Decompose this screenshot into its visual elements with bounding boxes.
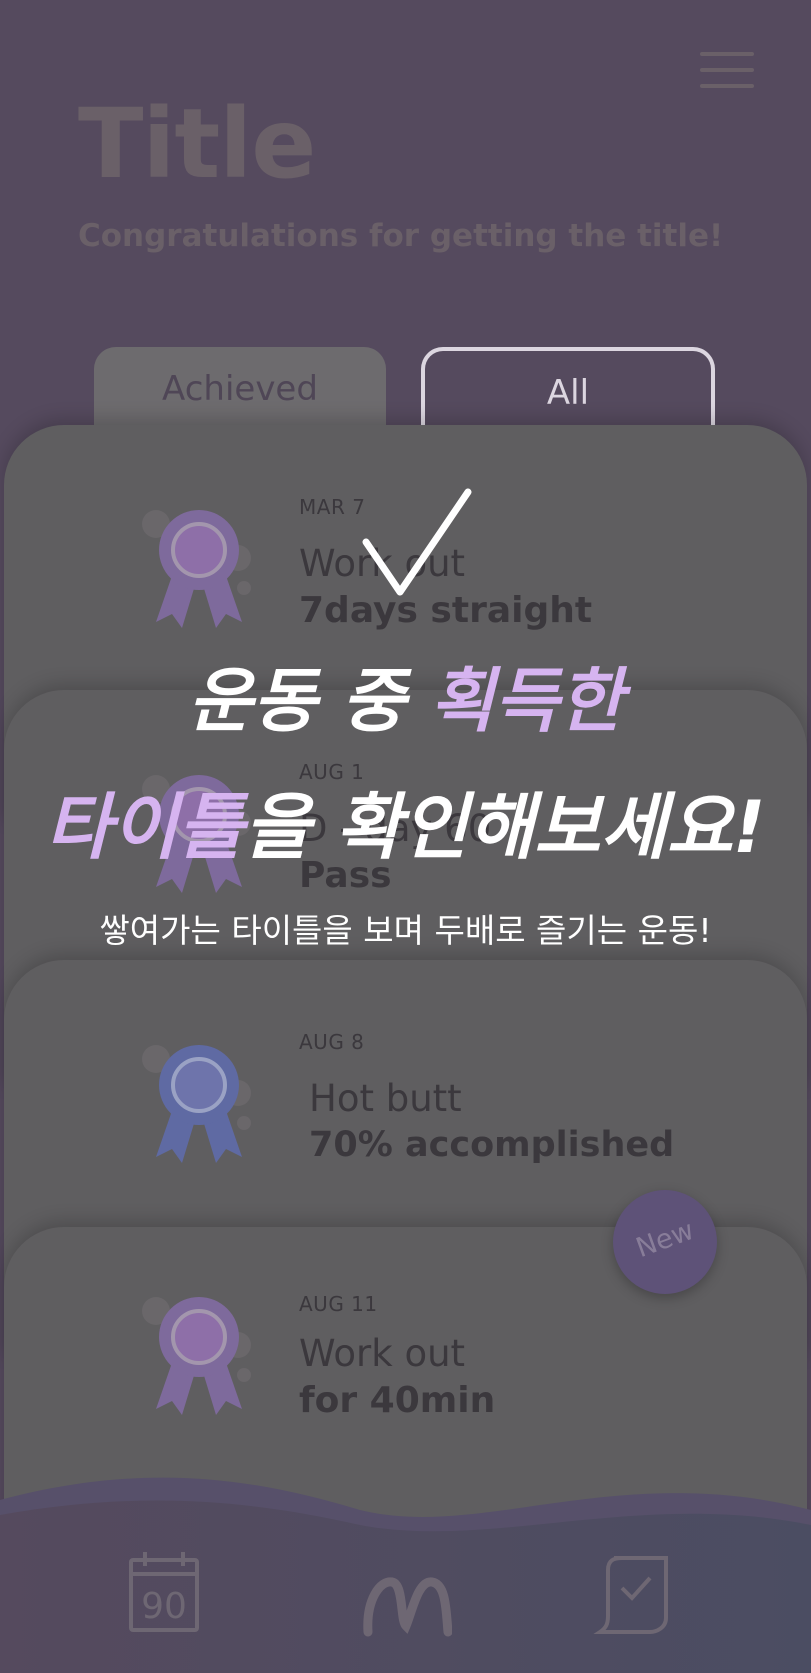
promo-caption: 쌓여가는 타이틀을 보며 두배로 즐기는 운동! (99, 911, 712, 950)
card-name: Hot butt (309, 1077, 462, 1120)
card-detail: for 40min (299, 1380, 496, 1421)
tab-achieved[interactable]: Achieved (94, 347, 386, 435)
m-logo-icon[interactable] (362, 1560, 452, 1650)
title-screen: Title Congratulations for getting the ti… (0, 0, 811, 1673)
calendar-90-icon[interactable]: 90 (125, 1548, 215, 1638)
promo-headline-part: 운동 중 (187, 660, 430, 742)
tab-all[interactable]: All (421, 347, 715, 435)
promo-headline-highlight: 획득한 (429, 660, 624, 742)
card-date: AUG 11 (299, 1292, 378, 1316)
promo-headline-highlight: 타이틀 (45, 785, 245, 869)
page-title: Title (78, 88, 316, 200)
card-name: Work out (299, 1332, 466, 1375)
card-date: AUG 8 (299, 1030, 365, 1054)
check-mark-icon (362, 488, 472, 596)
card-date: MAR 7 (299, 495, 366, 519)
scroll-check-icon[interactable] (592, 1548, 682, 1638)
award-ribbon-icon (142, 1045, 251, 1163)
new-badge: New (613, 1190, 717, 1294)
promo-headline-line1: 운동 중 획득한 (0, 645, 811, 746)
award-ribbon-icon (142, 1297, 251, 1415)
page-subtitle: Congratulations for getting the title! (78, 218, 724, 254)
calendar-day-label: 90 (141, 1586, 187, 1627)
hamburger-menu-icon[interactable] (700, 52, 754, 90)
promo-headline-line2: 타이틀을 확인해보세요! (0, 768, 811, 873)
new-badge-label: New (632, 1214, 698, 1265)
promo-headline-part: 을 확인해보세요! (244, 785, 766, 869)
award-ribbon-icon (142, 510, 251, 628)
card-detail: 70% accomplished (309, 1125, 675, 1165)
